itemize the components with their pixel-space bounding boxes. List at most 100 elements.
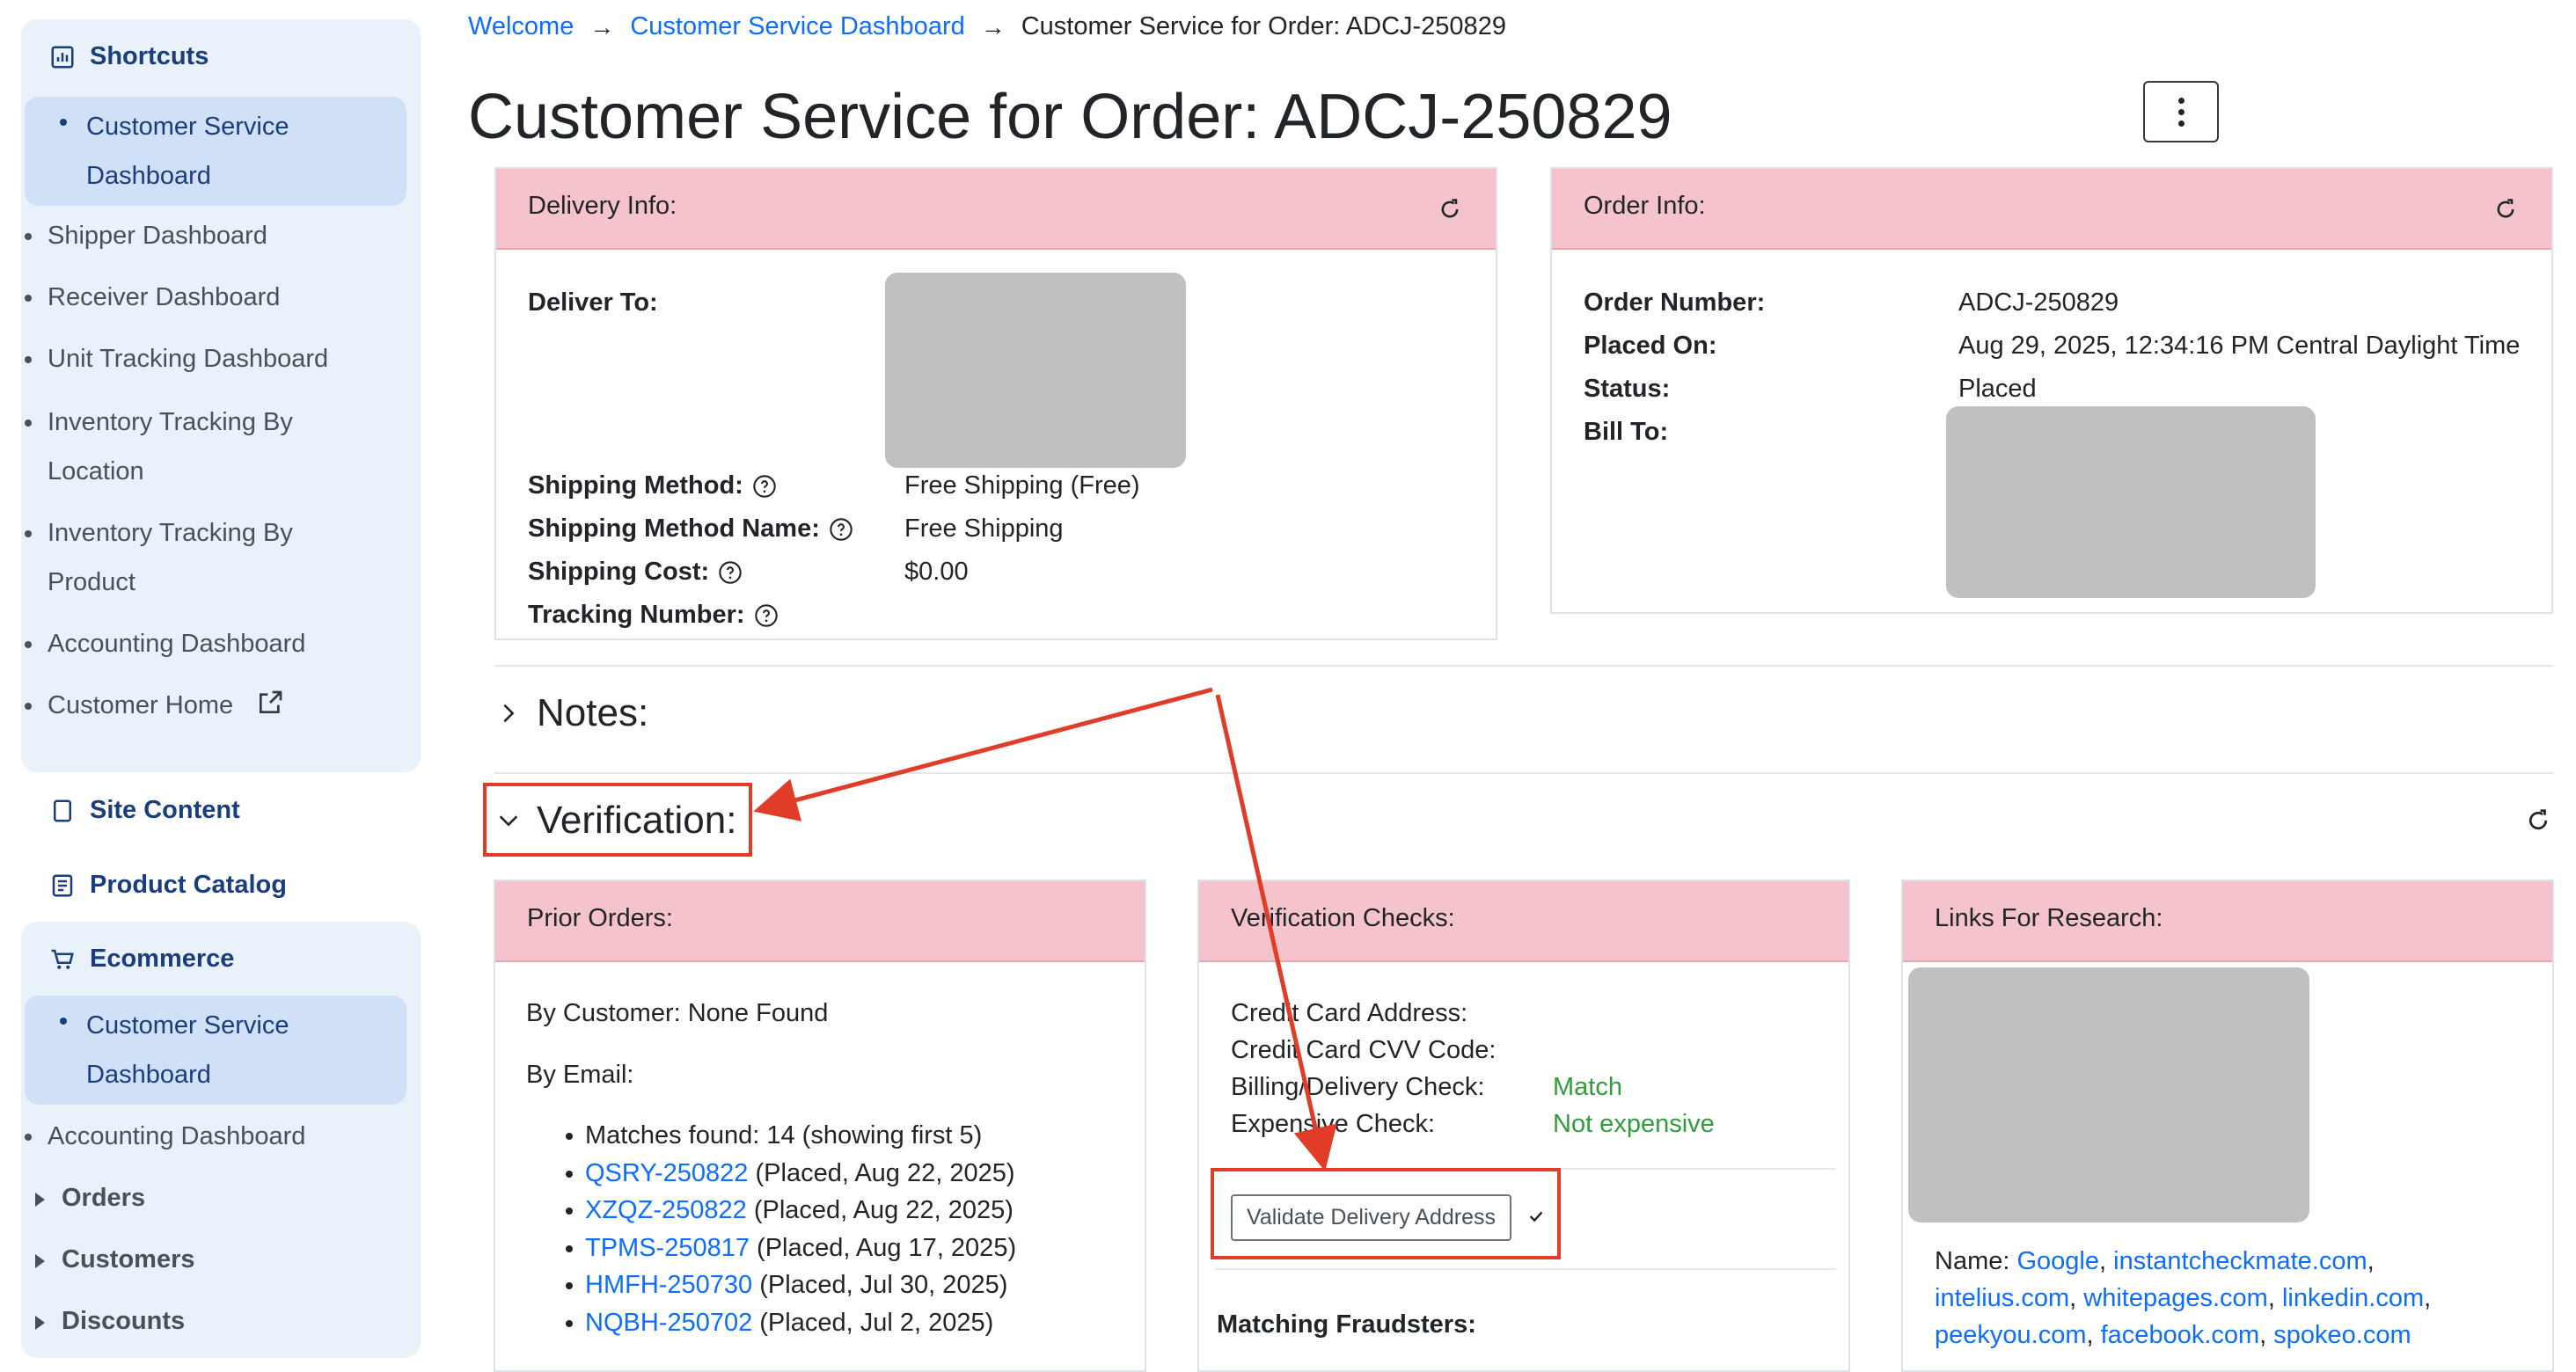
instantcheckmate-link[interactable]: instantcheckmate.com [2113, 1247, 2367, 1275]
list-item: HMFH-250730 (Placed, Jul 30, 2025) [546, 1266, 1016, 1304]
order-info: (Placed, Aug 17, 2025) [750, 1233, 1017, 1262]
peekyou-link[interactable]: peekyou.com [1935, 1321, 2087, 1349]
sidebar-item-label: Accounting Dashboard [48, 630, 306, 658]
help-icon[interactable] [718, 560, 743, 585]
sidebar-item-ecommerce-customer-service[interactable]: Customer Service Dashboard [25, 996, 406, 1105]
help-icon[interactable] [829, 517, 853, 542]
product-catalog-link[interactable]: Product Catalog [49, 871, 287, 900]
dot [2177, 108, 2184, 115]
sidebar-item-label: Receiver Dashboard [48, 283, 281, 311]
deliver-to-row: Deliver To: [528, 288, 658, 317]
list-item: NQBH-250702 (Placed, Jul 2, 2025) [546, 1304, 1016, 1342]
card-title: Links For Research: [1935, 904, 2163, 932]
placed-on-label: Placed On: [1584, 332, 1717, 360]
divider [1215, 1268, 1836, 1270]
research-links-line-2: intelius.com, whitepages.com, linkedin.c… [1935, 1284, 2432, 1312]
shortcuts-label: Shortcuts [90, 42, 209, 70]
help-icon[interactable] [752, 474, 777, 499]
shortcuts-heading[interactable]: Shortcuts [49, 42, 209, 71]
order-link[interactable]: TPMS-250817 [585, 1234, 750, 1262]
sidebar-group-discounts[interactable]: Discounts [34, 1307, 185, 1336]
billing-delivery-value: Match [1553, 1073, 1622, 1101]
cart-icon [51, 949, 74, 969]
order-link[interactable]: QSRY-250822 [585, 1159, 748, 1187]
status-label: Status: [1584, 375, 1671, 403]
sidebar-item-customer-home[interactable]: Customer Home [25, 681, 408, 730]
expensive-check-label: Expensive Check: [1231, 1110, 1436, 1138]
breadcrumb-welcome[interactable]: Welcome [468, 12, 574, 41]
sidebar-item-label: Inventory Tracking By Location [48, 408, 293, 485]
sidebar: Shortcuts Customer Service Dashboard Shi… [0, 0, 431, 1358]
more-options-button[interactable] [2143, 81, 2219, 142]
linkedin-link[interactable]: linkedin.com [2282, 1284, 2424, 1312]
notes-toggle[interactable]: Notes: [496, 691, 648, 735]
sidebar-item-label: Customer Service Dashboard [86, 113, 289, 190]
external-link-icon [260, 690, 282, 713]
list-item: QSRY-250822 (Placed, Aug 22, 2025) [546, 1155, 1016, 1193]
research-links-line-1: Name: Google, instantcheckmate.com, [1935, 1247, 2375, 1275]
notes-title: Notes: [537, 691, 649, 734]
sidebar-item-accounting-dashboard[interactable]: Accounting Dashboard [25, 619, 408, 668]
redacted-image [1908, 967, 2309, 1222]
order-info-header: Order Info: [1552, 169, 2551, 250]
verification-checks-header: Verification Checks: [1199, 881, 1848, 962]
research-links-card: Links For Research: Name: Google, instan… [1901, 879, 2554, 1372]
sidebar-item-ecommerce-accounting[interactable]: Accounting Dashboard [25, 1112, 408, 1161]
ecommerce-heading[interactable]: Ecommerce [49, 945, 234, 974]
dot [2177, 97, 2184, 104]
order-link[interactable]: HMFH-250730 [585, 1271, 752, 1299]
sidebar-group-customers[interactable]: Customers [35, 1245, 195, 1274]
order-info: (Placed, Aug 22, 2025) [748, 1158, 1015, 1187]
whitepages-link[interactable]: whitepages.com [2083, 1284, 2268, 1312]
annotation-box-verification [483, 783, 752, 857]
sidebar-item-label: Unit Tracking Dashboard [48, 345, 329, 373]
sidebar-item-inventory-by-location[interactable]: Inventory Tracking By Location [25, 398, 338, 496]
arrow-right-icon: → [980, 12, 1006, 40]
refresh-icon[interactable] [2493, 197, 2518, 222]
arrow-right-icon: → [589, 12, 615, 40]
sidebar-item-shipper-dashboard[interactable]: Shipper Dashboard [25, 211, 408, 260]
card-title: Order Info: [1584, 192, 1706, 220]
breadcrumb-dashboard[interactable]: Customer Service Dashboard [630, 12, 964, 41]
annotation-arrow [753, 687, 1213, 821]
catalog-icon [52, 874, 73, 896]
site-content-link[interactable]: Site Content [49, 796, 240, 825]
divider [494, 772, 2553, 774]
sidebar-item-customer-service-dashboard[interactable]: Customer Service Dashboard [25, 97, 406, 206]
divider [494, 665, 2553, 667]
sidebar-item-receiver-dashboard[interactable]: Receiver Dashboard [25, 273, 408, 322]
sidebar-group-label: Orders [62, 1184, 146, 1212]
shipping-method-row: Shipping Method: [528, 471, 777, 500]
prior-orders-list: Matches found: 14 (showing first 5) QSRY… [546, 1117, 1016, 1341]
delivery-info-header: Delivery Info: [496, 169, 1496, 250]
card-title: Prior Orders: [527, 904, 673, 932]
sidebar-item-unit-tracking-dashboard[interactable]: Unit Tracking Dashboard [25, 334, 408, 383]
intelius-link[interactable]: intelius.com [1935, 1284, 2069, 1312]
sidebar-group-orders[interactable]: Orders [34, 1184, 146, 1213]
list-item: TPMS-250817 (Placed, Aug 17, 2025) [546, 1230, 1016, 1267]
shipping-method-name-value: Free Shipping [904, 514, 1064, 543]
sidebar-item-label: Inventory Tracking By Product [48, 519, 293, 596]
breadcrumb-current: Customer Service for Order: ADCJ-250829 [1021, 12, 1506, 40]
card-title: Verification Checks: [1231, 904, 1455, 932]
product-catalog-label: Product Catalog [90, 871, 287, 899]
card-title: Delivery Info: [528, 192, 677, 220]
by-email-text: By Email: [526, 1061, 634, 1089]
order-link[interactable]: NQBH-250702 [585, 1309, 752, 1337]
refresh-icon[interactable] [1438, 197, 1462, 222]
facebook-link[interactable]: facebook.com [2101, 1321, 2260, 1349]
spokeo-link[interactable]: spokeo.com [2273, 1321, 2411, 1349]
refresh-icon[interactable] [2525, 807, 2551, 834]
order-number-value: ADCJ-250829 [1958, 288, 2119, 317]
field-label: Shipping Method: [528, 471, 743, 500]
order-info: (Placed, Aug 22, 2025) [746, 1196, 1014, 1224]
sidebar-item-inventory-by-product[interactable]: Inventory Tracking By Product [25, 508, 338, 607]
google-link[interactable]: Google [2016, 1247, 2099, 1275]
prior-orders-header: Prior Orders: [495, 881, 1145, 962]
verification-checks-card: Verification Checks: Credit Card Address… [1197, 879, 1850, 1372]
shipping-method-value: Free Shipping (Free) [904, 471, 1140, 500]
sidebar-item-label: Shipper Dashboard [48, 222, 267, 250]
shipping-method-name-row: Shipping Method Name: [528, 514, 853, 544]
help-icon[interactable] [754, 603, 779, 628]
order-link[interactable]: XZQZ-250822 [585, 1196, 747, 1224]
